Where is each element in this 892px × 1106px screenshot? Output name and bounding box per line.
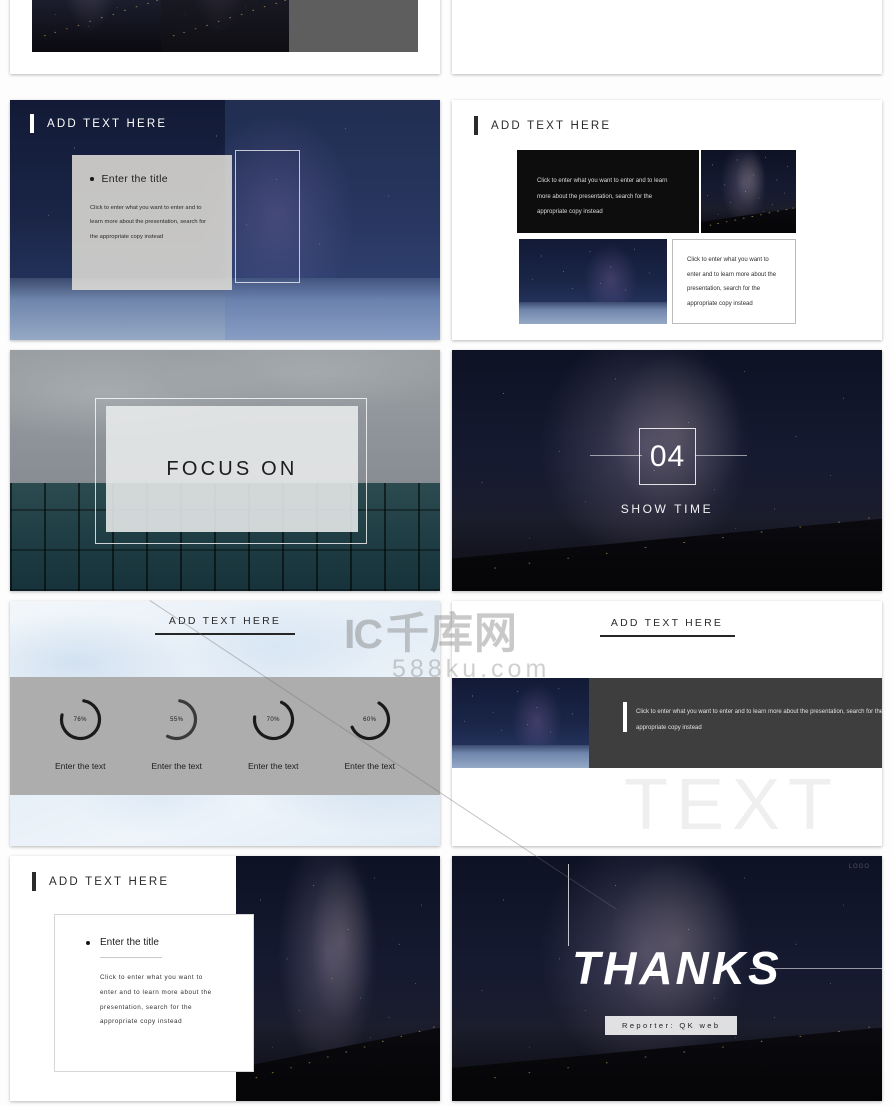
card-title: Enter the title — [101, 173, 168, 185]
photo-tile-bottom-left — [519, 239, 667, 324]
donut-percent-label: 60% — [363, 716, 377, 723]
donut-caption: Enter the text — [54, 761, 106, 771]
card-body: Click to enter what you want to enter an… — [100, 974, 212, 1026]
number-frame: 04 — [639, 428, 696, 485]
card-body: Click to enter what you want to enter an… — [90, 205, 207, 240]
slide-header: ADD TEXT HERE — [10, 615, 440, 635]
content-card: Enter the title Click to enter what you … — [54, 914, 254, 1072]
slide-header: ADD TEXT HERE — [474, 116, 611, 135]
header-tick-icon — [30, 114, 34, 133]
donut-chart-4: 60% — [345, 695, 394, 744]
card-rule — [100, 957, 162, 958]
left-rule — [590, 455, 642, 456]
title-panel: FOCUS ON — [106, 406, 358, 532]
donut-caption: Enter the text — [344, 761, 396, 771]
accent-bar — [623, 702, 627, 732]
donut-row: 76% Enter the text 55% Enter the text 70… — [10, 677, 440, 795]
slide-thumbnail-6[interactable]: 04 SHOW TIME — [452, 350, 882, 591]
slide-thumbnail-1[interactable]: learn more about the presentation, searc… — [10, 0, 440, 74]
donut-item: 70% Enter the text — [225, 695, 322, 771]
slide-thumbnail-3[interactable]: ADD TEXT HERE Enter the title Click to e… — [10, 100, 440, 340]
header-label: ADD TEXT HERE — [491, 119, 612, 132]
three-column-group: learn more about the presentation, searc… — [32, 0, 419, 52]
dark-text-box: Click to enter what you want to enter an… — [517, 150, 699, 233]
header-underline — [599, 635, 735, 637]
header-label: ADD TEXT HERE — [49, 875, 170, 888]
slide-thumbnail-2[interactable]: T Click to enter what you want to enter … — [452, 0, 882, 74]
beach-foreground — [519, 301, 667, 324]
thanks-title: THANKS — [572, 942, 782, 994]
donut-caption: Enter the text — [247, 761, 299, 771]
vertical-rule — [568, 864, 569, 946]
column-3: learn more about the presentation, searc… — [289, 0, 419, 52]
logo-placeholder: LOGO — [848, 864, 870, 870]
donut-percent-label: 76% — [73, 716, 87, 723]
donut-item: 55% Enter the text — [129, 695, 226, 771]
card-title: Enter the title — [100, 937, 159, 948]
card-bullet-row: Enter the title — [90, 173, 214, 185]
donut-chart-2: 55% — [152, 695, 201, 744]
column-1: learn more about the presentation, searc… — [32, 0, 161, 52]
city-lights — [236, 1017, 440, 1101]
city-lights — [452, 509, 882, 591]
ghost-watermark-word: TEXT — [624, 765, 841, 845]
city-lights — [160, 0, 290, 52]
donut-caption: Enter the text — [151, 761, 203, 771]
donut-chart-1: 76% — [56, 695, 105, 744]
reporter-badge: Reporter: QK web — [605, 1016, 738, 1035]
slide-thumbnail-5[interactable]: FOCUS ON — [10, 350, 440, 591]
slide-thumbnail-8[interactable]: ADD TEXT HERE TEXT Click to enter what y… — [452, 601, 882, 846]
photo-tile — [452, 678, 589, 768]
photo-panel — [236, 856, 440, 1101]
slide-header: ADD TEXT HERE — [32, 872, 169, 891]
slide-header: ADD TEXT HERE — [452, 617, 882, 637]
donut-item: 60% Enter the text — [322, 695, 419, 771]
donut-chart-3: 70% — [249, 695, 298, 744]
slide-deck-overview: learn more about the presentation, searc… — [0, 0, 892, 1106]
content-card: Enter the title Click to enter what you … — [72, 155, 232, 290]
header-label: ADD TEXT HERE — [610, 617, 724, 629]
decorative-frame — [235, 150, 300, 283]
outlined-text-box: Click to enter what you want to enter an… — [672, 239, 796, 324]
slide-thumbnail-7[interactable]: ADD TEXT HERE 76% Enter the text 55% Ent… — [10, 601, 440, 846]
right-rule — [695, 455, 747, 456]
photo-tile-top-right — [701, 150, 796, 233]
city-lights — [32, 0, 161, 52]
card-bullet-row: Enter the title — [86, 937, 253, 948]
slide-thumbnail-9[interactable]: ADD TEXT HERE Enter the title Click to e… — [10, 856, 440, 1101]
city-lights — [701, 204, 796, 233]
header-underline — [155, 633, 295, 635]
section-subtitle: SHOW TIME — [620, 502, 714, 516]
header-tick-icon — [474, 116, 478, 135]
section-title: FOCUS ON — [166, 457, 298, 480]
header-label: ADD TEXT HERE — [47, 117, 168, 130]
section-number: 04 — [649, 439, 686, 473]
beach-foreground — [452, 744, 589, 768]
slide-thumbnail-10[interactable]: THANKS Reporter: QK web LOGO — [452, 856, 882, 1101]
bullet-dot-icon — [86, 940, 90, 945]
band-paragraph: Click to enter what you want to enter an… — [636, 709, 882, 732]
header-label: ADD TEXT HERE — [168, 615, 282, 627]
header-tick-icon — [32, 872, 36, 891]
donut-item: 76% Enter the text — [32, 695, 129, 771]
gray-band: 76% Enter the text 55% Enter the text 70… — [10, 677, 440, 795]
slide-thumbnail-4[interactable]: ADD TEXT HERE Click to enter what you wa… — [452, 100, 882, 340]
bullet-dot-icon — [90, 177, 94, 181]
slide-header: ADD TEXT HERE — [30, 114, 167, 133]
donut-percent-label: 55% — [170, 716, 184, 723]
donut-percent-label: 70% — [266, 716, 280, 723]
column-2: learn more about the presentation, searc… — [160, 0, 290, 52]
